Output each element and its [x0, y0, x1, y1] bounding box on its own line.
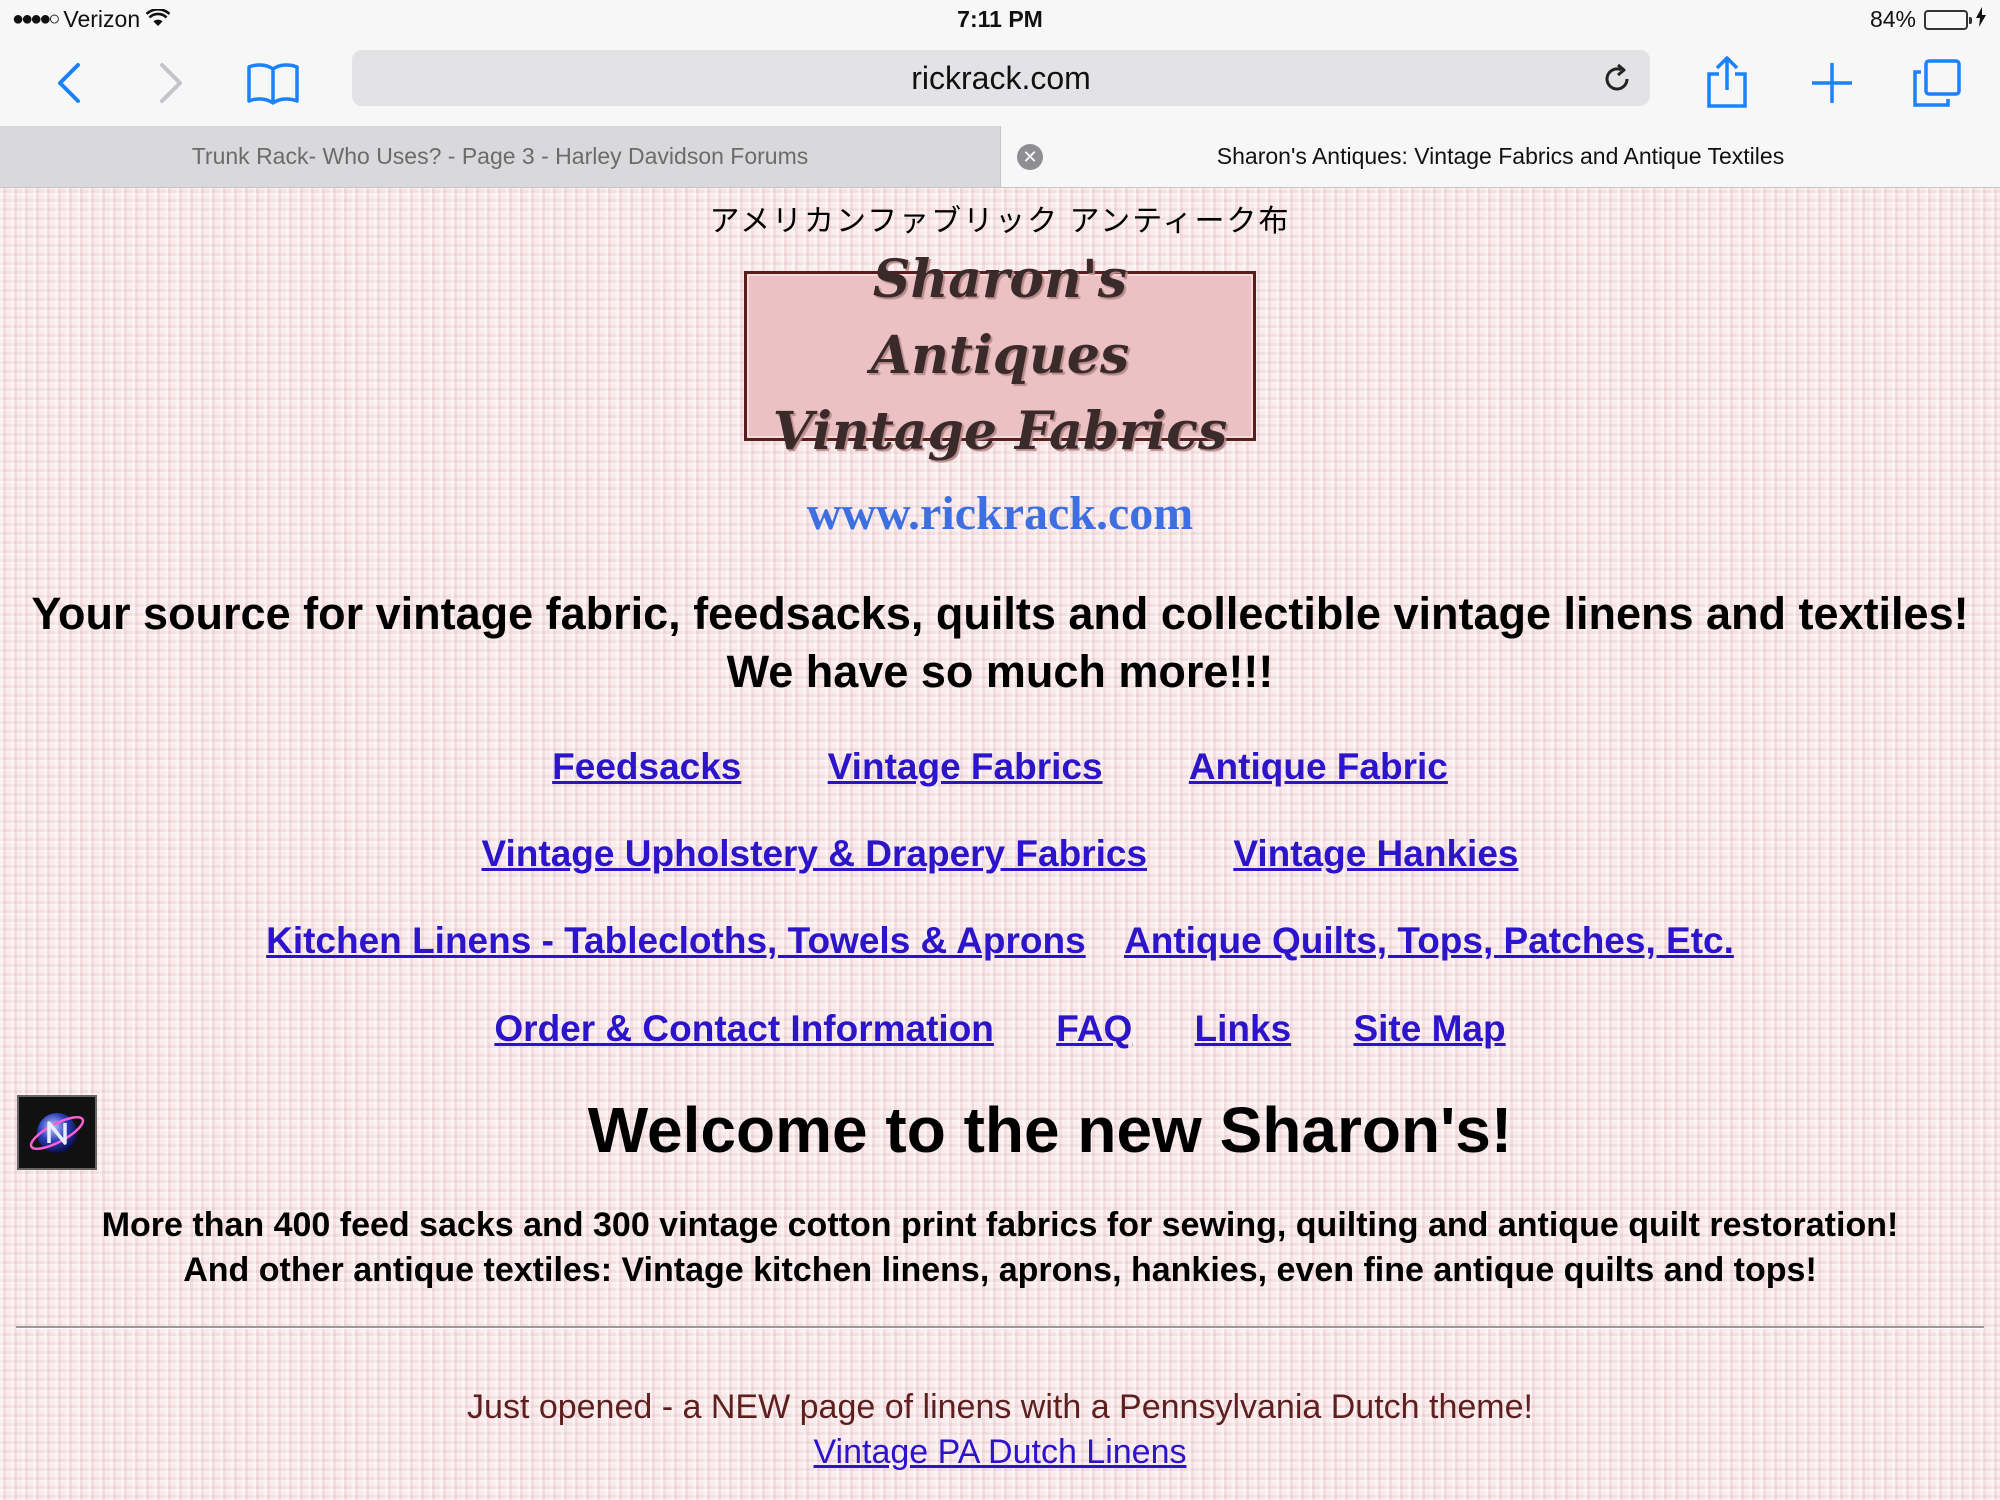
nav-row-1: Feedsacks Vintage Fabrics Antique Fabric — [0, 746, 2000, 788]
address-bar[interactable]: rickrack.com — [352, 50, 1650, 106]
tab-title: Sharon's Antiques: Vintage Fabrics and A… — [1216, 143, 1785, 169]
intro-line-2: And other antique textiles: Vintage kitc… — [183, 1251, 1817, 1289]
link-vintage-fabrics[interactable]: Vintage Fabrics — [828, 746, 1103, 787]
battery-percent: 84% — [1869, 6, 1916, 32]
site-logo: Sharon's Antiques Vintage Fabrics — [744, 249, 1256, 462]
pa-dutch-link-wrapper: Vintage PA Dutch Linens — [0, 1433, 2000, 1472]
browser-toolbar: rickrack.com — [0, 40, 2000, 126]
nav-row-4: Order & Contact Information FAQ Links Si… — [0, 1008, 2000, 1050]
share-icon[interactable] — [1698, 54, 1756, 112]
link-vintage-hankies[interactable]: Vintage Hankies — [1233, 833, 1518, 874]
welcome-heading: Welcome to the new Sharon's! — [587, 1094, 1513, 1166]
nav-row-3: Kitchen Linens - Tablecloths, Towels & A… — [0, 920, 2000, 962]
intro-line-1: More than 400 feed sacks and 300 vintage… — [101, 1206, 1899, 1244]
link-pa-dutch-linens[interactable]: Vintage PA Dutch Linens — [813, 1433, 1186, 1471]
close-tab-icon[interactable]: ✕ — [1017, 144, 1043, 170]
link-upholstery-drapery[interactable]: Vintage Upholstery & Drapery Fabrics — [482, 833, 1148, 874]
tab-bar: Trunk Rack- Who Uses? - Page 3 - Harley … — [0, 126, 2000, 188]
intro-text: More than 400 feed sacks and 300 vintage… — [0, 1203, 2000, 1293]
link-kitchen-linens[interactable]: Kitchen Linens - Tablecloths, Towels & A… — [266, 920, 1086, 961]
logo-line-2: Vintage Fabrics — [772, 401, 1228, 462]
tab-sharons-antiques[interactable]: ✕ Sharon's Antiques: Vintage Fabrics and… — [1000, 126, 2000, 187]
tagline: Your source for vintage fabric, feedsack… — [31, 588, 1969, 697]
announcement-text: Just opened - a NEW page of linens with … — [467, 1388, 1533, 1426]
link-antique-fabric[interactable]: Antique Fabric — [1189, 746, 1448, 787]
bookmarks-icon[interactable] — [244, 54, 302, 112]
battery-tip — [1969, 16, 1972, 24]
status-right: 84% — [1870, 6, 1986, 33]
link-faq[interactable]: FAQ — [1056, 1008, 1132, 1049]
link-antique-quilts[interactable]: Antique Quilts, Tops, Patches, Etc. — [1124, 920, 1734, 961]
link-feedsacks[interactable]: Feedsacks — [552, 746, 741, 787]
reload-icon[interactable] — [1598, 60, 1636, 98]
logo-line-1: Sharon's Antiques — [870, 249, 1130, 386]
battery-icon — [1924, 9, 1972, 30]
forward-icon[interactable] — [142, 54, 200, 112]
charging-icon — [1976, 6, 1986, 33]
url-text: rickrack.com — [911, 59, 1091, 96]
new-tab-icon[interactable] — [1803, 54, 1861, 112]
site-url-heading: www.rickrack.com — [806, 487, 1194, 540]
link-order-contact[interactable]: Order & Contact Information — [494, 1008, 994, 1049]
clock: 7:11 PM — [957, 6, 1043, 32]
horizontal-divider — [16, 1326, 1984, 1329]
tab-harley-forums[interactable]: Trunk Rack- Who Uses? - Page 3 - Harley … — [0, 126, 1000, 187]
status-bar: ●●●●○ Verizon 7:11 PM 84% — [0, 0, 2000, 40]
tab-title: Trunk Rack- Who Uses? - Page 3 - Harley … — [191, 143, 809, 169]
link-links[interactable]: Links — [1195, 1008, 1292, 1049]
tabs-icon[interactable] — [1908, 54, 1966, 112]
nav-row-2: Vintage Upholstery & Drapery Fabrics Vin… — [0, 833, 2000, 875]
back-icon[interactable] — [40, 54, 98, 112]
japanese-heading: アメリカンファブリック アンティーク布 — [709, 205, 1291, 238]
web-page-content: アメリカンファブリック アンティーク布 Sharon's Antiques Vi… — [0, 188, 2000, 1500]
link-site-map[interactable]: Site Map — [1353, 1008, 1505, 1049]
